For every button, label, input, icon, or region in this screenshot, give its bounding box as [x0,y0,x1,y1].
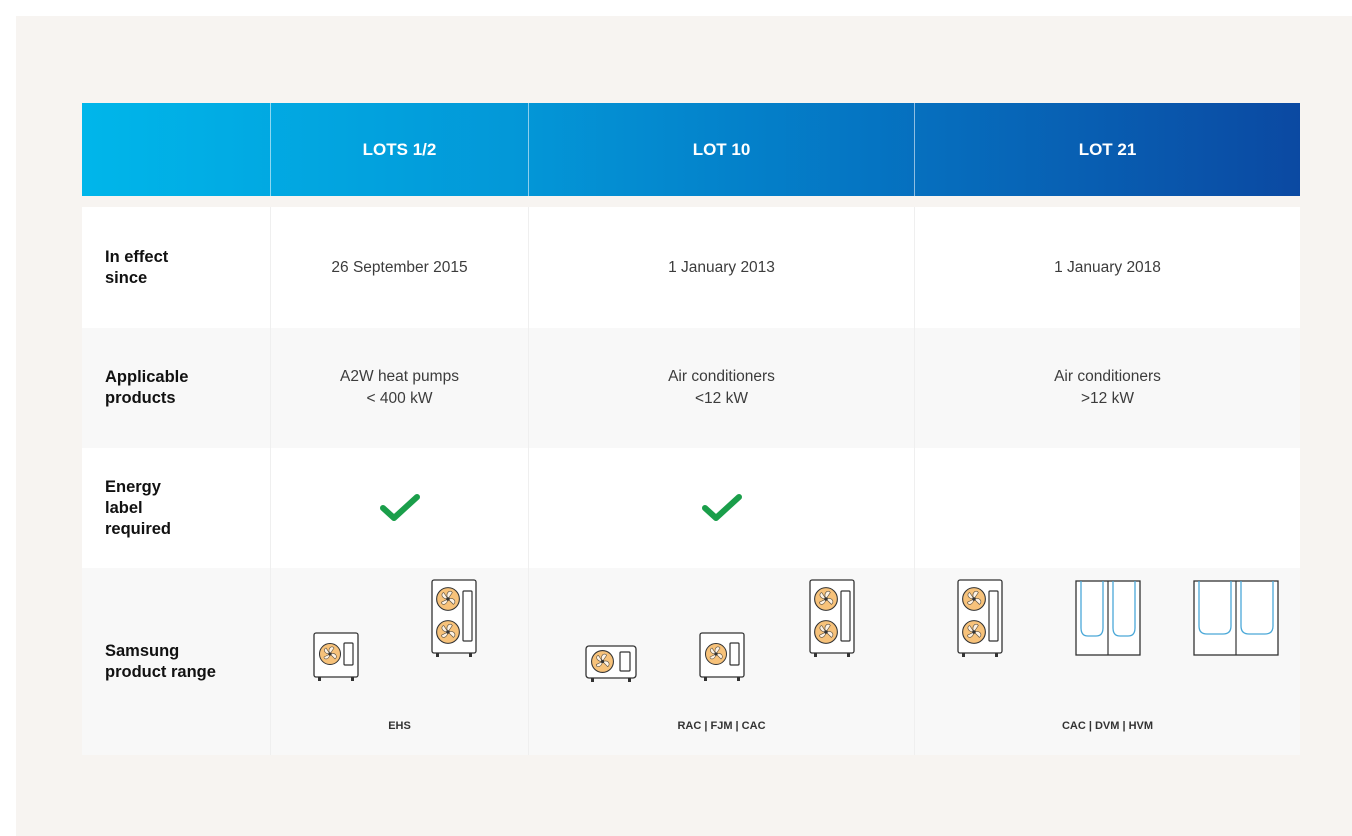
row-applicable-products: Applicable products A2W heat pumps < 400… [82,328,1300,448]
cell-line: Air conditioners [1054,368,1161,385]
cell-lots-1-2: A2W heat pumps < 400 kW [270,328,528,448]
row-label-line: since [105,268,148,287]
header-lots-1-2: LOTS 1/2 [270,103,528,196]
row-label-line: products [105,389,176,407]
table-header: LOTS 1/2 LOT 10 LOT 21 [82,103,1300,196]
range-caption: RAC | FJM | CAC [677,720,766,732]
range-caption: EHS [388,720,411,732]
row-label: Samsung product range [82,568,270,755]
row-label-line: Samsung [105,641,180,660]
row-label-line: In effect [105,247,169,266]
checkmark-icon [701,494,742,521]
hvm-outdoor-unit-icon [1193,580,1279,656]
cell-lots-1-2 [270,448,528,568]
dual-fan-outdoor-unit-icon [431,579,477,657]
range-caption: CAC | DVM | HVM [1061,720,1154,732]
row-label-line: required [105,519,172,538]
single-fan-outdoor-unit-icon [313,632,359,681]
header-lot-10: LOT 10 [528,103,914,196]
row-in-effect-since: In effect since 26 September 2015 1 Janu… [82,207,1300,328]
dual-fan-outdoor-unit-icon [809,579,855,657]
row-label-line: Energy [105,477,161,496]
dual-fan-outdoor-unit-icon [957,579,1003,657]
header-lot-21: LOT 21 [914,103,1300,196]
cell-lots-1-2: EHS [270,568,528,755]
row-label: In effect since [82,207,270,328]
cell-lot-21: CAC | DVM | HVM [914,568,1300,755]
cell-lot-21: Air conditioners >12 kW [914,328,1300,448]
cell-lot-10 [528,448,914,568]
dvm-outdoor-unit-icon [1075,580,1141,656]
row-samsung-product-range: Samsung product range EHS RAC | FJM | CA… [82,568,1300,755]
cell-lot-21 [914,448,1300,568]
cell-line: < 400 kW [366,390,433,407]
cell-line: >12 kW [1081,390,1134,407]
row-energy-label-required: Energy label required [82,448,1300,568]
cell-line: A2W heat pumps [340,368,459,385]
header-blank [82,103,270,196]
compact-outdoor-unit-icon [585,645,637,682]
single-fan-outdoor-unit-icon [699,632,745,681]
cell-lot-10: 1 January 2013 [528,207,914,328]
checkmark-icon [379,494,420,521]
row-label: Energy label required [82,448,270,568]
row-label-line: Applicable [105,368,189,386]
cell-lot-10: Air conditioners <12 kW [528,328,914,448]
cell-lots-1-2: 26 September 2015 [270,207,528,328]
cell-line: Air conditioners [668,368,775,385]
cell-lot-21: 1 January 2018 [914,207,1300,328]
cell-lot-10: RAC | FJM | CAC [528,568,914,755]
row-label: Applicable products [82,328,270,448]
row-label-line: product range [105,662,216,681]
cell-line: <12 kW [695,390,748,407]
row-label-line: label [105,498,143,517]
comparison-table: LOTS 1/2 LOT 10 LOT 21 In effect since 2… [82,103,1300,755]
